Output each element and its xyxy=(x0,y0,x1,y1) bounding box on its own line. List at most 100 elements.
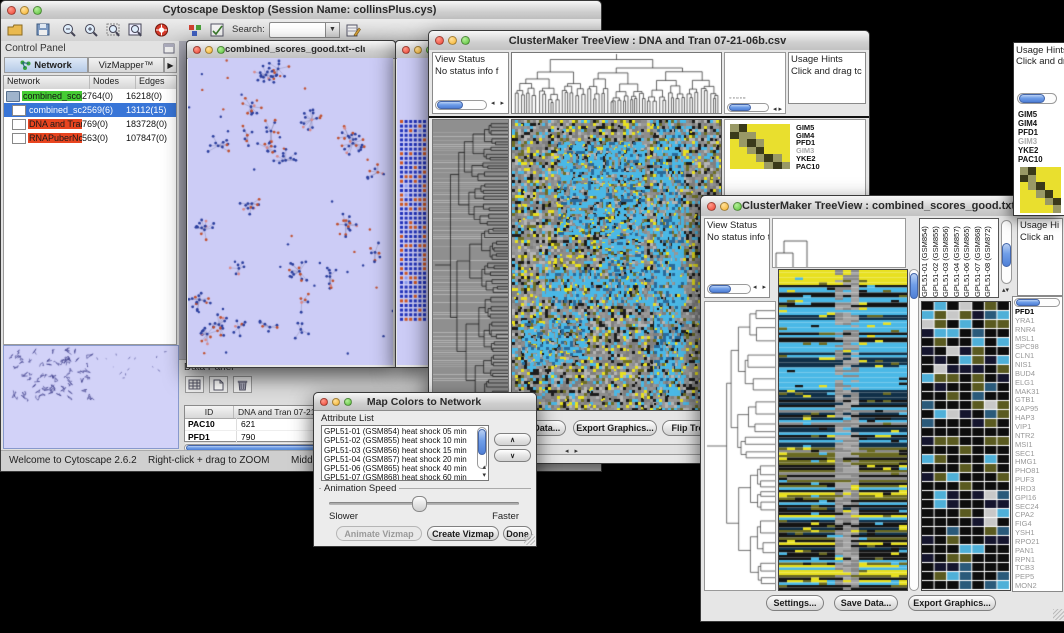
attribute-item[interactable]: GPL51-06 (GSM865) heat shock 40 min xyxy=(324,464,476,473)
gene-label[interactable]: ELG1 xyxy=(1015,379,1040,388)
search-input[interactable] xyxy=(269,22,326,38)
gene-label[interactable]: PHO81 xyxy=(1015,467,1040,476)
minimize-button[interactable] xyxy=(20,6,29,15)
zoom-heatmap-c[interactable] xyxy=(1020,167,1061,213)
gene-label[interactable]: YKE2 xyxy=(1018,147,1043,156)
gene-label[interactable]: FIG4 xyxy=(1015,520,1040,529)
attribute-item[interactable]: GPL51-03 (GSM856) heat shock 15 min xyxy=(324,446,476,455)
column-label[interactable]: GPL51-03 (GSM856) xyxy=(941,219,952,297)
zoom-out-icon[interactable] xyxy=(61,22,78,37)
gene-label[interactable]: SPC98 xyxy=(1015,343,1040,352)
speed-slider-thumb[interactable] xyxy=(412,496,427,512)
gene-label[interactable]: GIM5 xyxy=(1018,111,1043,120)
zoom-button[interactable] xyxy=(217,46,225,54)
network-list-item[interactable]: RNAPuberNov2+I563(0)107847(0) xyxy=(4,131,176,145)
attribute-item[interactable]: GPL51-04 (GSM857) heat shock 20 min xyxy=(324,455,476,464)
window-controls[interactable] xyxy=(7,6,42,15)
zoom-button[interactable] xyxy=(344,398,352,406)
zoom-button[interactable] xyxy=(33,6,42,15)
zoom-fit-icon[interactable] xyxy=(127,22,144,37)
gene-label[interactable]: VIP1 xyxy=(1015,423,1040,432)
zoom-button[interactable] xyxy=(733,202,742,211)
resize-grip[interactable] xyxy=(1053,609,1064,620)
close-button[interactable] xyxy=(707,202,716,211)
gene-label[interactable]: PAN1 xyxy=(1015,547,1040,556)
gene-label[interactable]: HAP3 xyxy=(1015,414,1040,423)
gene-label[interactable]: GIM3 xyxy=(1018,138,1043,147)
gene-label[interactable]: NIS1 xyxy=(1015,361,1040,370)
gene-label[interactable]: GTB1 xyxy=(1015,396,1040,405)
zoom-in-icon[interactable] xyxy=(83,22,100,37)
network-overview-panel[interactable] xyxy=(3,345,179,449)
gene-label[interactable]: CPA2 xyxy=(1015,511,1040,520)
zoom-toolbar-icons[interactable]: ◦◦▫◦▫ xyxy=(729,95,746,102)
attribute-item[interactable]: GPL51-02 (GSM855) heat shock 10 min xyxy=(324,436,476,445)
global-heatmap-b[interactable] xyxy=(778,269,908,591)
gene-label[interactable]: YKE2 xyxy=(796,155,860,163)
tab-vizmapper[interactable]: VizMapper™ xyxy=(88,57,164,73)
gene-label[interactable]: BUD4 xyxy=(1015,370,1040,379)
annotation-icon[interactable] xyxy=(187,22,204,37)
status-hscrollbar-b[interactable] xyxy=(707,284,751,294)
column-label[interactable]: GPL51-02 (GSM855) xyxy=(931,219,942,297)
settings-button[interactable]: Settings... xyxy=(766,595,824,611)
sliver-hscrollbar[interactable] xyxy=(1017,93,1057,104)
close-button[interactable] xyxy=(7,6,16,15)
gene-label[interactable]: PEP5 xyxy=(1015,573,1040,582)
labels-hscrollbar-b[interactable] xyxy=(1014,298,1060,307)
save-data-button[interactable]: Save Data... xyxy=(834,595,898,611)
zoom-heatmap-b[interactable] xyxy=(921,301,1011,591)
gene-label[interactable]: GIM4 xyxy=(796,132,860,140)
open-file-icon[interactable] xyxy=(6,22,23,37)
data-col-id[interactable]: ID xyxy=(185,406,234,418)
zoom-button[interactable] xyxy=(461,36,470,45)
tab-overflow-arrow[interactable]: ▶ xyxy=(164,57,177,73)
network-view-2-canvas[interactable] xyxy=(397,58,428,365)
network-overview-canvas[interactable] xyxy=(4,346,176,446)
minimize-button[interactable] xyxy=(205,46,213,54)
main-titlebar[interactable]: Cytoscape Desktop (Session Name: collins… xyxy=(1,1,601,20)
gene-label[interactable]: YRA1 xyxy=(1015,317,1040,326)
col-header-network[interactable]: Network xyxy=(4,76,90,89)
zoom-hscrollbar-a[interactable] xyxy=(727,103,769,112)
network-view-canvas[interactable] xyxy=(188,58,393,365)
column-label[interactable]: GPL51-07 (GSM868) xyxy=(973,219,984,297)
move-up-button[interactable]: ∧ xyxy=(494,433,531,446)
gene-label[interactable]: PFD1 xyxy=(1018,129,1043,138)
resize-grip[interactable] xyxy=(524,534,535,545)
global-heatmap-a[interactable] xyxy=(511,119,722,411)
gene-label[interactable]: PFD1 xyxy=(796,139,860,147)
table-grid-icon[interactable] xyxy=(185,376,204,393)
column-label[interactable]: GPL51-01 (GSM854) xyxy=(920,219,931,297)
export-graphics-button[interactable]: Export Graphics... xyxy=(573,420,657,436)
zoom-heatmap-a[interactable] xyxy=(730,124,790,169)
network-view-2-titlebar[interactable] xyxy=(396,41,430,59)
gene-label[interactable]: YSH1 xyxy=(1015,529,1040,538)
close-button[interactable] xyxy=(402,46,410,54)
gene-dendrogram-a[interactable] xyxy=(432,119,509,411)
column-label[interactable]: GPL51-04 (GSM857) xyxy=(952,219,963,297)
float-panel-icon[interactable] xyxy=(160,41,177,56)
scroll-arrows[interactable]: ◂▸ xyxy=(773,105,784,113)
network-view-titlebar[interactable]: combined_scores_good.txt--cluste... xyxy=(187,41,395,59)
save-icon[interactable] xyxy=(34,22,51,37)
gene-label[interactable]: MSL1 xyxy=(1015,335,1040,344)
network-list-item[interactable]: DNA and Tran 07769(0)183728(0) xyxy=(4,117,176,131)
gene-label[interactable]: MSI1 xyxy=(1015,441,1040,450)
labels-vscrollbar-b[interactable] xyxy=(1001,220,1012,284)
scroll-arrows[interactable]: ◂ ▸ xyxy=(565,447,580,455)
col-header-nodes[interactable]: Nodes xyxy=(90,76,136,89)
vizmap-form-icon[interactable] xyxy=(209,22,226,37)
gene-label[interactable]: KAP95 xyxy=(1015,405,1040,414)
create-vizmap-button[interactable]: Create Vizmap xyxy=(427,526,499,541)
minimize-button[interactable] xyxy=(332,398,340,406)
network-list-item[interactable]: combined_scores2764(0)16218(0) xyxy=(4,89,176,103)
gene-label[interactable]: RNR4 xyxy=(1015,326,1040,335)
col-header-edges[interactable]: Edges xyxy=(136,76,176,89)
scroll-arrows[interactable]: ◂ ▸ xyxy=(753,282,768,293)
gene-label[interactable]: GIM4 xyxy=(1018,120,1043,129)
heatmap-vscrollbar-b[interactable] xyxy=(909,269,919,591)
gene-label[interactable]: PFD1 xyxy=(1015,308,1040,317)
attribute-item[interactable]: GPL51-01 (GSM854) heat shock 05 min xyxy=(324,427,476,436)
gene-label[interactable]: PAC10 xyxy=(1018,156,1043,165)
